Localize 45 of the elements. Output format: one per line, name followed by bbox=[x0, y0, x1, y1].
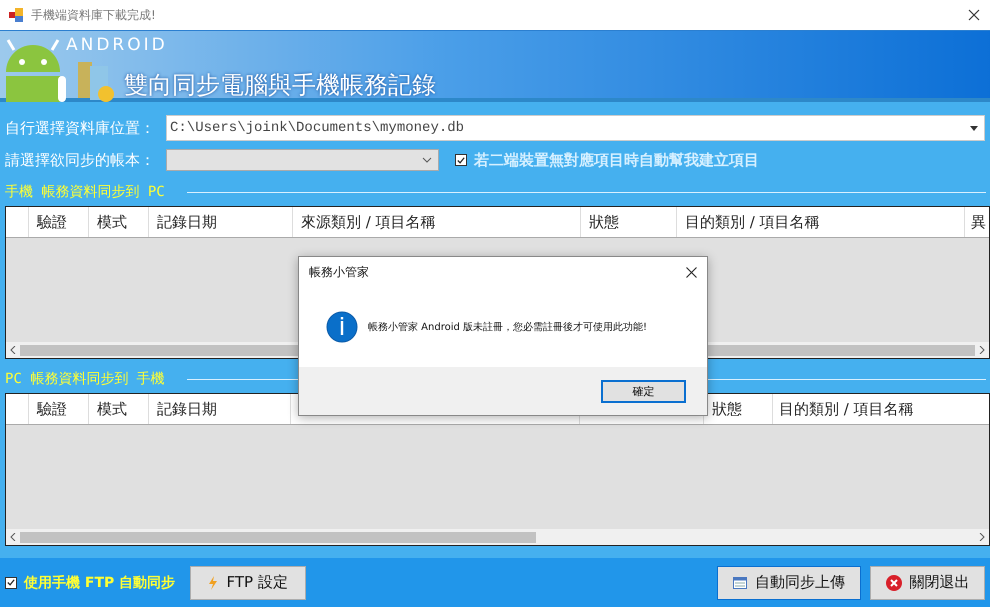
field-label: 請選擇欲同步的帳本： bbox=[5, 150, 156, 170]
dialog-title: 帳務小管家 bbox=[309, 264, 369, 280]
field-label: 自行選擇資料庫位置： bbox=[5, 118, 156, 138]
scroll-left-icon[interactable] bbox=[10, 533, 16, 541]
close-icon[interactable] bbox=[686, 266, 697, 278]
action-button[interactable]: 自動同步上傳 bbox=[717, 566, 861, 600]
horizontal-scrollbar[interactable] bbox=[6, 529, 989, 545]
app-icon bbox=[9, 8, 23, 22]
checkbox[interactable] bbox=[455, 154, 467, 166]
section-title: PC 帳務資料同步到 手機 bbox=[5, 370, 165, 388]
column-header[interactable]: 異 bbox=[971, 212, 986, 232]
column-header[interactable]: 目的類別 / 項目名稱 bbox=[685, 212, 820, 232]
path-field[interactable]: C:\Users\joink\Documents\mymoney.db bbox=[166, 115, 985, 141]
banner-heading: 雙向同步電腦與手機帳務記錄 bbox=[124, 70, 436, 101]
checkbox-label: 使用手機 FTP 自動同步 bbox=[24, 574, 176, 592]
column-header[interactable]: 狀態 bbox=[712, 400, 742, 418]
checkbox-label: 若二端裝置無對應項目時自動幫我建立項目 bbox=[474, 150, 759, 170]
column-header[interactable]: 驗證 bbox=[37, 212, 67, 232]
column-header[interactable]: 狀態 bbox=[589, 212, 619, 232]
scroll-right-icon[interactable] bbox=[979, 346, 985, 354]
action-button[interactable]: 關閉退出 bbox=[870, 566, 985, 600]
scroll-left-icon[interactable] bbox=[10, 346, 16, 354]
ok-button[interactable]: 確定 bbox=[601, 380, 686, 402]
scroll-right-icon[interactable] bbox=[979, 533, 985, 541]
column-header[interactable]: 記錄日期 bbox=[157, 212, 217, 232]
scrollbar-thumb[interactable] bbox=[20, 532, 536, 542]
dialog-message: 帳務小管家 Android 版未註冊，您必需註冊後才可使用此功能! bbox=[368, 320, 648, 334]
window-title: 手機端資料庫下載完成! bbox=[31, 6, 157, 24]
column-header[interactable]: 記錄日期 bbox=[157, 400, 217, 418]
close-icon[interactable] bbox=[968, 9, 980, 21]
close-circle-icon bbox=[886, 574, 902, 590]
dropdown-icon[interactable] bbox=[970, 126, 978, 130]
column-header[interactable]: 模式 bbox=[97, 400, 127, 418]
column-header[interactable]: 驗證 bbox=[37, 400, 67, 418]
chevron-icon bbox=[422, 157, 432, 163]
column-header[interactable]: 模式 bbox=[97, 212, 127, 232]
column-header[interactable]: 來源類別 / 項目名稱 bbox=[301, 212, 436, 232]
lightning-icon bbox=[208, 576, 218, 590]
table-icon bbox=[733, 576, 747, 588]
checkbox[interactable] bbox=[5, 576, 17, 588]
column-header[interactable]: 目的類別 / 項目名稱 bbox=[779, 400, 914, 418]
android-logo: ANDROID bbox=[66, 34, 169, 56]
info-icon bbox=[326, 311, 358, 343]
section-title: 手機 帳務資料同步到 PC bbox=[5, 183, 165, 201]
action-button[interactable]: FTP 設定 bbox=[190, 566, 306, 600]
